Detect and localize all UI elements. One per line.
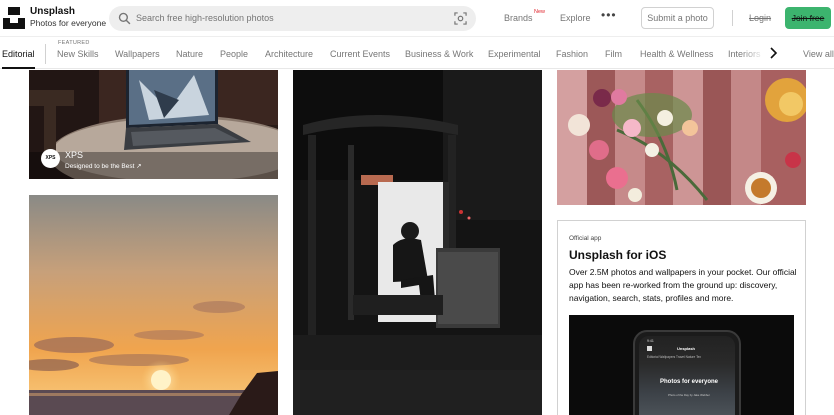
submit-photo-button[interactable]: Submit a photo — [641, 7, 714, 29]
app-screenshot: 9:41 Unsplash Editorial Wallpapers Trave… — [569, 315, 794, 415]
brand-tagline: Photos for everyone — [30, 18, 107, 28]
phone-logo-icon — [647, 346, 652, 351]
nav-explore[interactable]: Explore — [560, 13, 591, 23]
tab-film[interactable]: Film — [605, 49, 622, 59]
bus-stop-photo — [293, 70, 542, 415]
category-divider — [45, 44, 46, 64]
photo-flowers[interactable] — [557, 70, 806, 205]
sponsor-name[interactable]: XPS — [65, 150, 83, 160]
flowers-photo — [557, 70, 806, 205]
tab-people[interactable]: People — [220, 49, 248, 59]
sponsor-tagline[interactable]: Designed to be the Best ↗ — [65, 162, 142, 170]
brand-name: Unsplash — [30, 6, 76, 17]
promo-description: Over 2.5M photos and wallpapers in your … — [569, 267, 797, 303]
phone-app-name: Unsplash — [677, 346, 696, 351]
phone-title: Photos for everyone — [659, 379, 718, 385]
tab-architecture[interactable]: Architecture — [265, 49, 313, 59]
chevron-right-icon[interactable] — [767, 46, 779, 60]
new-badge: New — [534, 9, 546, 15]
category-nav: Editorial FEATURED New Skills Wallpapers… — [0, 37, 834, 69]
login-link[interactable]: Login — [749, 13, 771, 23]
visual-search-icon[interactable] — [454, 12, 467, 25]
photo-laptop-sponsored[interactable]: XPS XPS Designed to be the Best ↗ — [29, 70, 278, 179]
phone-mockup: 9:41 Unsplash Editorial Wallpapers Trave… — [633, 330, 741, 415]
xps-logo[interactable]: XPS — [41, 149, 60, 168]
phone-subtitle: Photo of the Day by Jake Webber — [668, 393, 710, 397]
phone-screen: 9:41 Unsplash Editorial Wallpapers Trave… — [639, 336, 735, 415]
brand[interactable]: Unsplash Photos for everyone — [30, 7, 106, 28]
photo-sunset[interactable] — [29, 195, 278, 415]
nav-brands[interactable]: Brands — [504, 13, 533, 23]
unsplash-logo-icon[interactable] — [3, 7, 25, 29]
more-menu-icon[interactable]: ••• — [601, 8, 617, 22]
join-free-button[interactable]: Join free — [785, 7, 831, 29]
ios-app-promo[interactable]: Official app Unsplash for iOS Over 2.5M … — [557, 220, 806, 415]
search-icon[interactable] — [118, 12, 131, 25]
search-input[interactable]: Search free high-resolution photos — [136, 13, 274, 23]
view-all-link[interactable]: View all — [803, 49, 834, 59]
promo-eyebrow: Official app — [569, 235, 602, 242]
tab-business-work[interactable]: Business & Work — [405, 49, 473, 59]
sunset-photo — [29, 195, 278, 415]
search-bar[interactable]: Search free high-resolution photos — [109, 6, 476, 31]
phone-time: 9:41 — [647, 339, 654, 343]
active-tab-indicator — [2, 67, 35, 69]
featured-label: FEATURED — [58, 40, 90, 46]
tab-experimental[interactable]: Experimental — [488, 49, 541, 59]
tab-wallpapers[interactable]: Wallpapers — [115, 49, 160, 59]
promo-title[interactable]: Unsplash for iOS — [569, 248, 666, 262]
top-header: Unsplash Photos for everyone Search free… — [0, 0, 834, 37]
tab-nature[interactable]: Nature — [176, 49, 203, 59]
tab-new-skills[interactable]: New Skills — [57, 49, 99, 59]
phone-tabs: Editorial Wallpapers Travel Nature Tex — [647, 355, 702, 359]
tab-current-events[interactable]: Current Events — [330, 49, 390, 59]
header-divider — [732, 10, 733, 26]
tab-fashion[interactable]: Fashion — [556, 49, 588, 59]
tab-health-wellness[interactable]: Health & Wellness — [640, 49, 713, 59]
tab-editorial[interactable]: Editorial — [2, 49, 35, 59]
photo-bus-stop[interactable] — [293, 70, 542, 415]
